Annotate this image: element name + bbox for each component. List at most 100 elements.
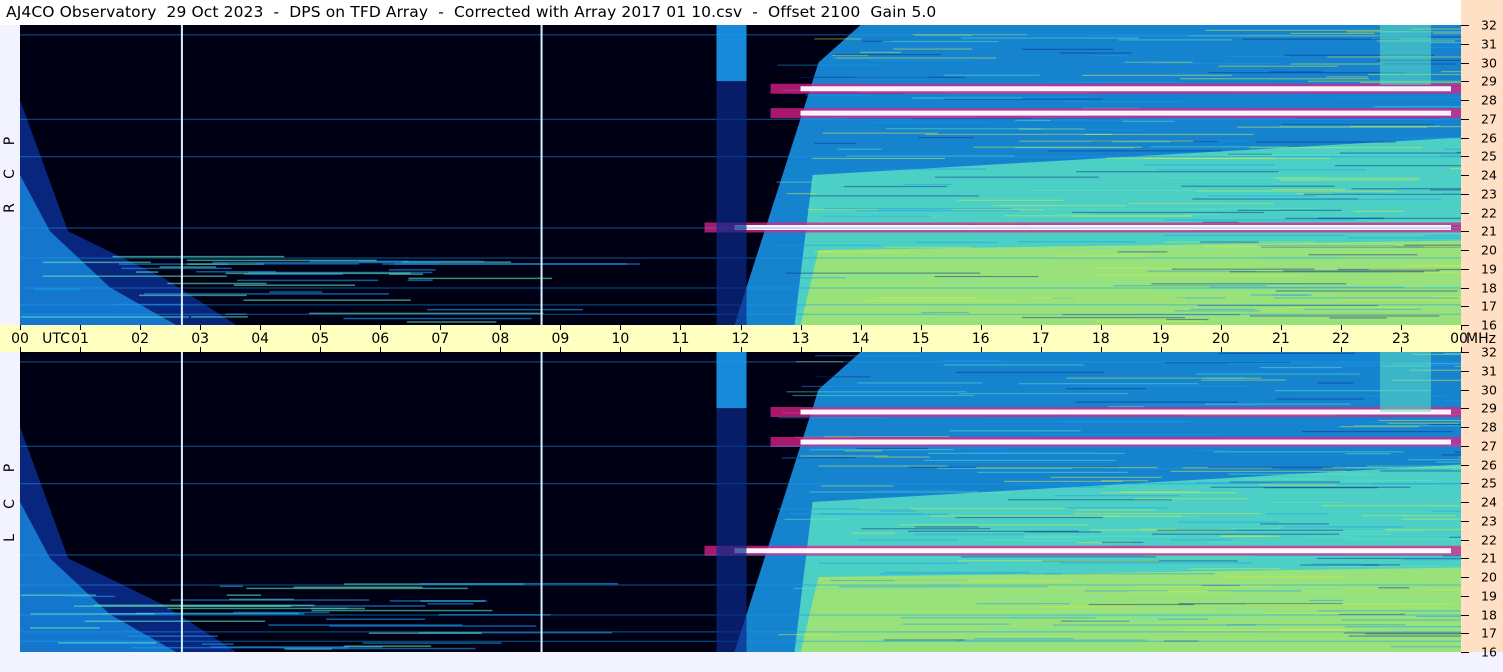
- day-streak: [1150, 146, 1288, 148]
- night-streak: [368, 632, 482, 634]
- day-streak: [1053, 213, 1093, 215]
- night-streak: [226, 594, 262, 596]
- day-streak: [815, 355, 921, 357]
- day-streak: [929, 515, 1120, 517]
- night-streak: [311, 609, 493, 612]
- day-streak: [1088, 603, 1195, 606]
- bottom-freq-tick: [1461, 483, 1469, 485]
- utc-tick-mark: [800, 325, 802, 330]
- day-streak: [1123, 404, 1258, 406]
- night-streak: [121, 267, 232, 270]
- day-streak: [1180, 78, 1370, 80]
- day-streak: [1151, 283, 1347, 285]
- saturated-band: [800, 86, 1451, 92]
- day-streak: [1021, 48, 1114, 50]
- day-streak: [1245, 603, 1453, 606]
- day-streak: [1024, 537, 1086, 539]
- day-streak: [1339, 299, 1461, 301]
- day-streak: [1353, 210, 1404, 212]
- day-streak: [1059, 562, 1252, 564]
- day-streak: [923, 459, 1116, 461]
- day-streak: [1317, 610, 1461, 612]
- top-freq-tick: [1461, 43, 1469, 45]
- night-streak: [382, 263, 641, 265]
- day-streak: [1382, 468, 1461, 470]
- day-streak: [1076, 171, 1279, 173]
- night-streak: [30, 627, 100, 629]
- day-streak: [1177, 521, 1279, 523]
- day-streak: [947, 282, 1124, 284]
- day-streak: [795, 277, 846, 279]
- day-streak: [1275, 290, 1458, 292]
- day-streak: [1066, 388, 1146, 390]
- day-streak: [801, 385, 964, 388]
- day-streak: [815, 376, 871, 378]
- day-streak: [1379, 470, 1461, 472]
- night-streak: [112, 255, 285, 258]
- day-streak: [1454, 451, 1461, 454]
- solar-rise-band-lower: [716, 81, 747, 325]
- daytime-low-freq: [800, 240, 1461, 325]
- day-streak: [1262, 612, 1401, 614]
- day-streak: [915, 241, 998, 244]
- day-streak: [894, 580, 1072, 582]
- day-streak: [1348, 635, 1461, 637]
- day-streak: [1167, 73, 1235, 75]
- day-streak: [1019, 140, 1194, 142]
- utc-hour-label: 08: [491, 331, 510, 347]
- utc-tick-mark: [740, 325, 742, 330]
- day-streak: [1374, 106, 1461, 108]
- day-streak: [969, 451, 1093, 453]
- saturated-band: [800, 439, 1451, 445]
- day-streak: [1134, 585, 1271, 587]
- solar-rise-band-lower: [716, 408, 747, 652]
- day-streak: [1260, 523, 1329, 525]
- night-streak: [269, 291, 323, 293]
- night-streak: [43, 261, 151, 264]
- night-streak: [93, 604, 315, 607]
- day-streak: [1054, 495, 1180, 497]
- day-streak: [814, 142, 856, 145]
- saturated-band: [734, 548, 1451, 554]
- utc-hour-label: 15: [911, 331, 930, 347]
- day-streak: [1072, 211, 1264, 214]
- day-streak: [968, 529, 1049, 531]
- utc-tick-mark: [920, 325, 922, 330]
- day-streak: [1325, 76, 1368, 78]
- day-streak: [818, 465, 948, 467]
- day-streak: [982, 539, 1077, 541]
- day-streak: [1170, 539, 1232, 541]
- day-streak: [1444, 148, 1461, 150]
- bottom-freq-label: 32: [1481, 344, 1497, 360]
- utc-tick-mark: [380, 325, 382, 330]
- day-streak: [1402, 559, 1461, 561]
- utc-tick-mark: [560, 325, 562, 330]
- day-streak: [934, 275, 1039, 278]
- utc-tick-mark: [680, 325, 682, 330]
- day-streak: [777, 64, 879, 66]
- bottom-freq-label: 24: [1481, 494, 1497, 510]
- night-streak: [135, 271, 159, 273]
- day-streak: [1063, 101, 1184, 103]
- saturated-band: [800, 110, 1451, 116]
- bottom-freq-tick: [1461, 595, 1469, 597]
- night-streak: [254, 263, 360, 265]
- day-streak: [1290, 63, 1381, 65]
- day-streak: [1174, 310, 1260, 312]
- day-streak: [1093, 274, 1300, 276]
- day-streak: [1117, 251, 1168, 253]
- utc-hour-label: 13: [791, 331, 810, 347]
- utc-tick-mark: [440, 325, 442, 330]
- day-streak: [1100, 480, 1149, 482]
- top-freq-label: 24: [1481, 167, 1497, 183]
- day-streak: [1213, 451, 1405, 453]
- day-streak: [1259, 484, 1337, 486]
- day-streak: [1219, 154, 1348, 156]
- top-freq-label: 28: [1481, 92, 1497, 108]
- day-streak: [1050, 476, 1162, 478]
- top-freq-label: 29: [1481, 73, 1497, 89]
- day-streak: [1397, 600, 1440, 602]
- night-streak: [84, 620, 266, 622]
- utc-tick-mark: [1340, 325, 1342, 330]
- day-streak: [1015, 119, 1051, 121]
